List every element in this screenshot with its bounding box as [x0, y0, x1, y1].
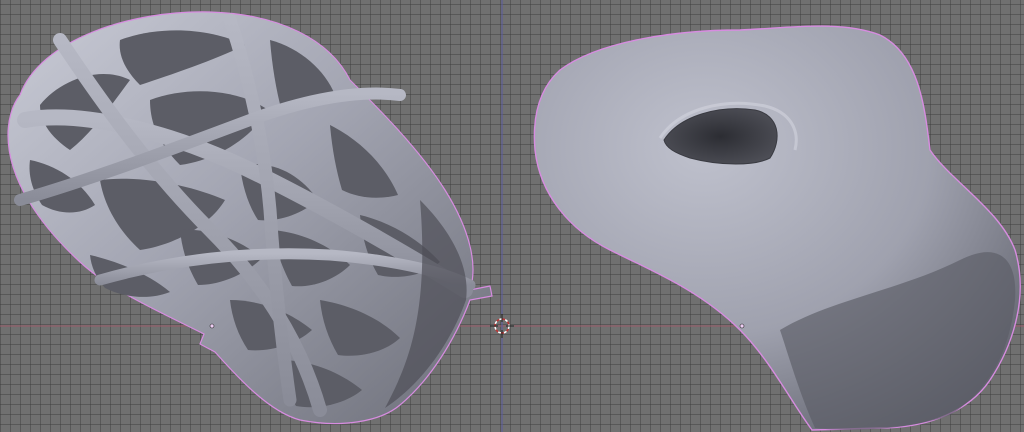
3d-viewport[interactable] — [0, 0, 1024, 432]
lattice-cage-mesh[interactable] — [7, 11, 493, 425]
cage-origin-dot[interactable] — [209, 323, 215, 329]
blob-origin-dot[interactable] — [739, 323, 745, 329]
smooth-torus-mesh[interactable] — [533, 25, 1021, 431]
